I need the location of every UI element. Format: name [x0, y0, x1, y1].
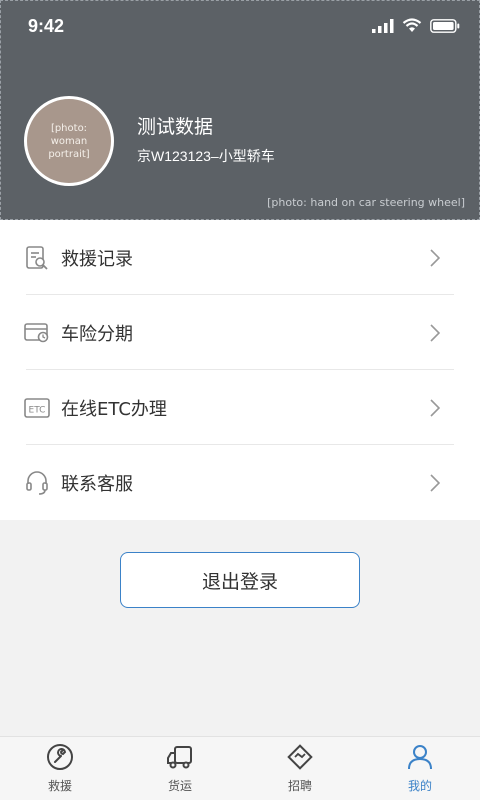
- tab-freight[interactable]: 货运: [120, 737, 240, 800]
- chevron-right-icon: [428, 323, 442, 343]
- truck-icon: [166, 743, 194, 771]
- menu-item-label: 车险分期: [61, 323, 133, 345]
- tab-recruit[interactable]: 招聘: [240, 737, 360, 800]
- header-background-caption: [photo: hand on car steering wheel]: [267, 196, 465, 209]
- signal-icon: [372, 18, 394, 33]
- tab-label: 货运: [167, 779, 192, 793]
- avatar-caption: [photo: woman portrait]: [48, 122, 90, 160]
- menu-item-customer-service[interactable]: 联系客服: [0, 445, 480, 520]
- menu-item-label: 在线ETC办理: [61, 398, 167, 420]
- menu-item-etc[interactable]: ETC 在线ETC办理: [0, 370, 480, 445]
- chevron-right-icon: [428, 398, 442, 418]
- headset-icon: [24, 470, 50, 496]
- menu-item-label: 联系客服: [61, 473, 133, 495]
- rescue-record-icon: [24, 245, 50, 271]
- handshake-icon: [286, 743, 314, 771]
- menu-list: 救援记录 车险分期 ETC 在线ETC办理 联系客服: [0, 220, 480, 520]
- tab-rescue[interactable]: 救援: [0, 737, 120, 800]
- profile-header: [photo: hand on car steering wheel] 9:42: [0, 0, 480, 220]
- menu-item-rescue-record[interactable]: 救援记录: [0, 220, 480, 295]
- etc-icon: ETC: [24, 395, 50, 421]
- chevron-right-icon: [428, 473, 442, 493]
- menu-item-label: 救援记录: [61, 248, 133, 270]
- user-icon: [406, 743, 434, 771]
- tab-mine[interactable]: 我的: [360, 737, 480, 800]
- tab-label: 救援: [47, 779, 72, 793]
- status-time: 9:42: [28, 16, 65, 36]
- chevron-right-icon: [428, 248, 442, 268]
- wifi-icon: [402, 18, 422, 32]
- avatar[interactable]: [photo: woman portrait]: [24, 96, 114, 186]
- user-name: 测试数据: [137, 116, 214, 138]
- status-bar: 9:42: [0, 0, 480, 54]
- status-icons: [372, 18, 460, 33]
- tab-bar: 救援 货运 招聘 我的: [0, 736, 480, 800]
- menu-item-insurance-installment[interactable]: 车险分期: [0, 295, 480, 370]
- tab-label: 我的: [407, 779, 432, 793]
- tab-label: 招聘: [287, 779, 312, 793]
- wrench-icon: [46, 743, 74, 771]
- insurance-card-icon: [24, 320, 50, 346]
- svg-text:ETC: ETC: [29, 405, 46, 415]
- user-plate-vehicle: 京W123123–小型轿车: [137, 148, 275, 164]
- battery-icon: [430, 18, 460, 33]
- logout-button[interactable]: 退出登录: [120, 552, 360, 608]
